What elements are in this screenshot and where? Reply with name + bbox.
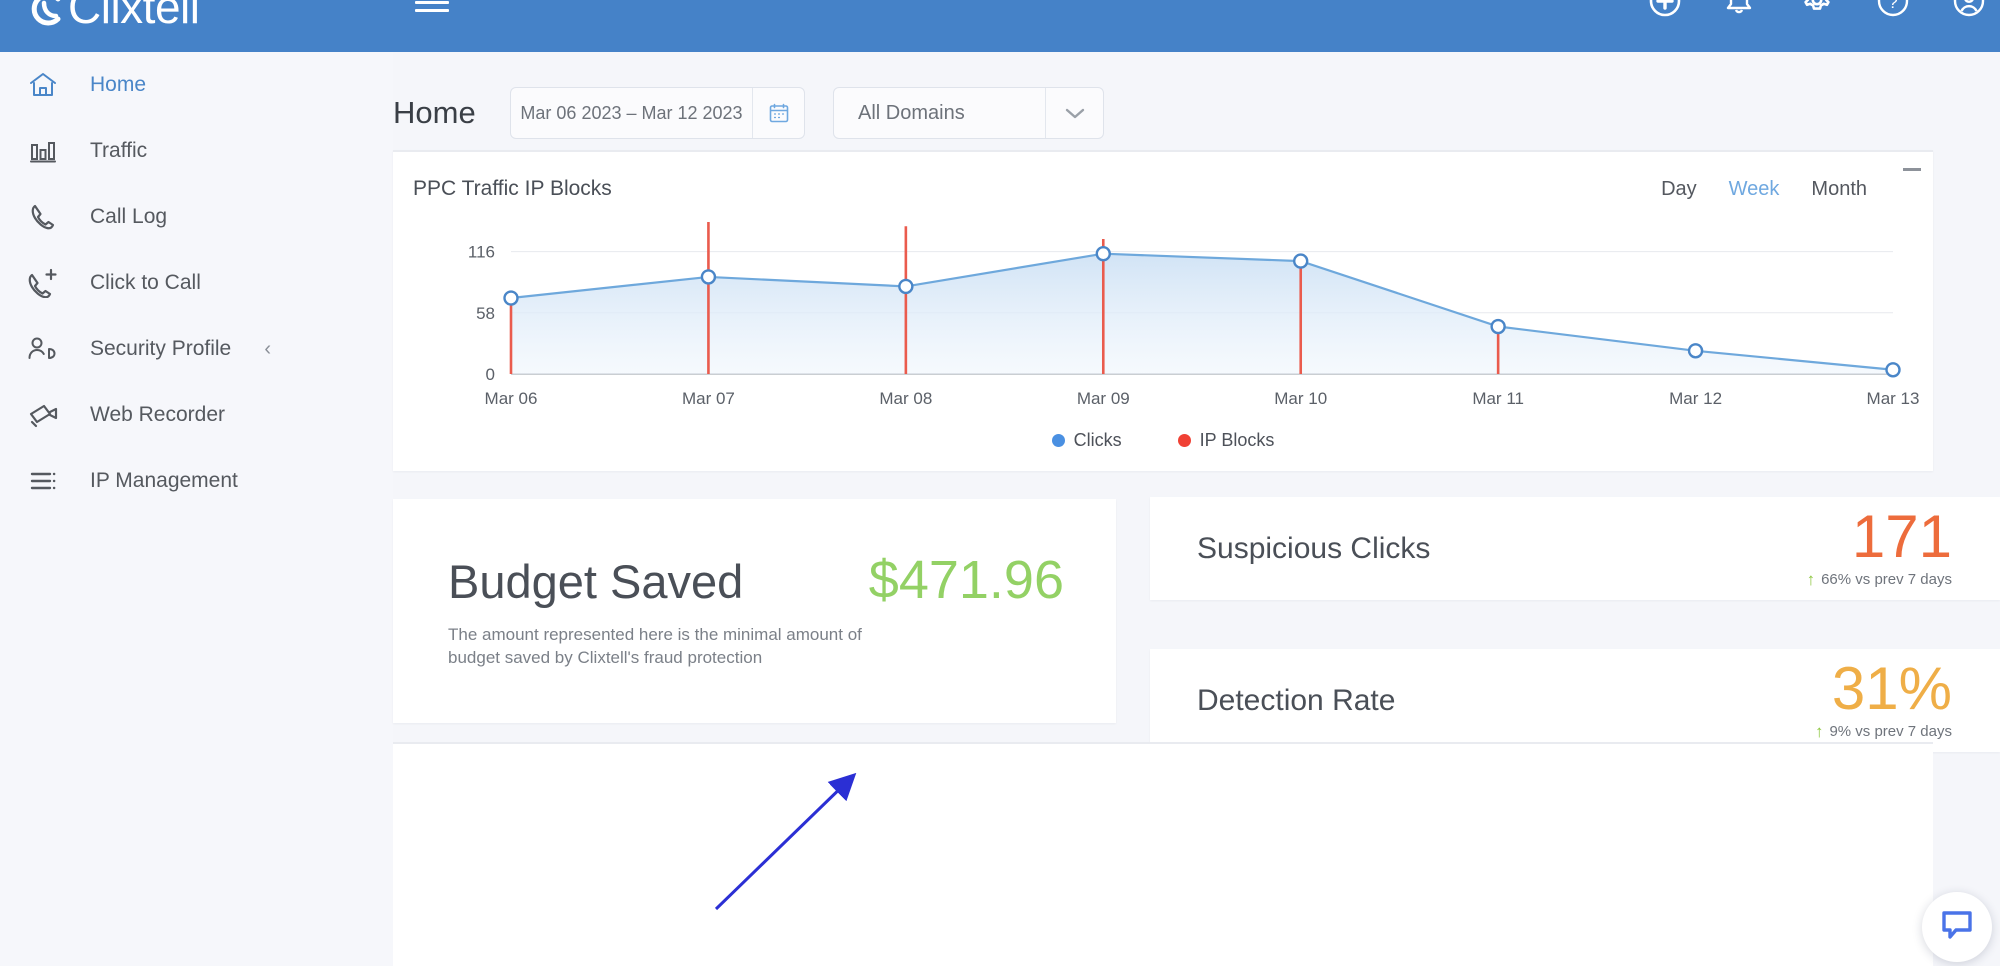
svg-text:0: 0	[486, 365, 495, 384]
chat-bubble-icon	[1940, 909, 1974, 946]
notifications-bell-icon[interactable]	[1724, 0, 1758, 18]
svg-text:58: 58	[476, 304, 495, 323]
page-header: Home Mar 06 2023 – Mar 12 2023 All Domai…	[393, 87, 1104, 139]
sidebar-item-security-profile[interactable]: Security Profile ‹	[0, 316, 393, 382]
bar-chart-icon	[22, 131, 64, 171]
stat-label: Detection Rate	[1197, 683, 1396, 717]
stat-delta: ↑ 9% vs prev 7 days	[1815, 722, 1952, 742]
sidebar-nav: Home Traffic Call Log Click to Call Secu…	[0, 52, 393, 966]
header-icon-group: ?	[1648, 0, 1986, 18]
main-content: Home Mar 06 2023 – Mar 12 2023 All Domai…	[393, 52, 2000, 966]
budget-saved-card: Budget Saved $471.96 The amount represen…	[393, 499, 1116, 723]
brand-logo[interactable]: Clixtell	[28, 0, 200, 34]
clixtell-logo-icon	[28, 0, 68, 29]
phone-icon	[22, 197, 64, 237]
video-camera-icon	[22, 395, 64, 435]
tab-month[interactable]: Month	[1811, 178, 1867, 201]
minimize-icon[interactable]	[1903, 168, 1921, 171]
legend-item-clicks[interactable]: Clicks	[1051, 430, 1122, 451]
stat-value: 31%	[1831, 654, 1952, 722]
sidebar-item-home[interactable]: Home	[0, 52, 393, 118]
page-title: Home	[393, 95, 476, 130]
user-account-icon[interactable]	[1952, 0, 1986, 18]
stat-value-group: 171 ↑ 66% vs prev 7 days	[1807, 497, 1952, 600]
chart-plot-area: 0 58 116 Mar 06 Mar 07 Mar 08 Mar 09 Mar 10 Mar …	[468, 222, 1920, 408]
chat-widget-button[interactable]	[1922, 892, 1992, 962]
bottom-partial-card	[393, 742, 1933, 966]
add-circle-icon[interactable]	[1648, 0, 1682, 18]
sidebar-item-label: Web Recorder	[90, 403, 226, 426]
svg-text:Mar 09: Mar 09	[1077, 389, 1130, 408]
chevron-left-icon[interactable]: ‹	[264, 338, 271, 361]
chart-title: PPC Traffic IP Blocks	[413, 177, 612, 200]
stat-value-group: 31% ↑ 9% vs prev 7 days	[1815, 649, 1952, 752]
detection-rate-card: Detection Rate 31% ↑ 9% vs prev 7 days	[1150, 649, 2000, 752]
svg-text:Mar 07: Mar 07	[682, 389, 735, 408]
legend-dot-clicks	[1051, 434, 1065, 447]
chevron-down-icon[interactable]	[1045, 88, 1103, 138]
legend-item-ip-blocks[interactable]: IP Blocks	[1177, 430, 1275, 451]
svg-text:Mar 06: Mar 06	[485, 389, 538, 408]
chart-legend: Clicks IP Blocks	[393, 430, 1933, 451]
suspicious-clicks-card: Suspicious Clicks 171 ↑ 66% vs prev 7 da…	[1150, 497, 2000, 600]
legend-label: Clicks	[1073, 430, 1122, 450]
help-question-icon[interactable]: ?	[1876, 0, 1910, 18]
legend-label: IP Blocks	[1199, 430, 1275, 450]
svg-text:Mar 08: Mar 08	[879, 389, 932, 408]
sidebar-item-call-log[interactable]: Call Log	[0, 184, 393, 250]
list-icon	[22, 461, 64, 501]
domain-select-value: All Domains	[858, 101, 965, 124]
svg-text:Mar 11: Mar 11	[1472, 389, 1524, 408]
calendar-icon[interactable]	[752, 88, 804, 138]
settings-gear-icon[interactable]	[1800, 0, 1834, 18]
sidebar-item-label: Security Profile	[90, 337, 232, 360]
svg-text:Mar 12: Mar 12	[1669, 389, 1722, 408]
budget-row: Budget Saved $471.96	[448, 549, 1064, 611]
arrow-up-icon: ↑	[1814, 721, 1824, 741]
top-bar: Clixtell ?	[0, 0, 2000, 52]
stat-delta-text: 66% vs prev 7 days	[1821, 571, 1952, 588]
svg-text:116: 116	[468, 243, 495, 262]
svg-text:Mar 10: Mar 10	[1274, 389, 1327, 408]
domain-select[interactable]: All Domains	[833, 87, 1104, 139]
date-range-picker[interactable]: Mar 06 2023 – Mar 12 2023	[510, 87, 805, 139]
home-icon	[22, 65, 64, 105]
sidebar-item-label: Traffic	[90, 139, 148, 162]
hamburger-menu-icon[interactable]	[415, 0, 449, 19]
stat-delta-text: 9% vs prev 7 days	[1829, 723, 1952, 740]
sidebar-item-ip-management[interactable]: IP Management	[0, 448, 393, 514]
sidebar-item-web-recorder[interactable]: Web Recorder	[0, 382, 393, 448]
chart-period-tabs: Day Week Month	[1661, 178, 1867, 201]
arrow-up-icon: ↑	[1806, 569, 1816, 589]
budget-saved-value: $471.96	[868, 550, 1064, 610]
svg-text:Mar 13: Mar 13	[1867, 389, 1920, 408]
sidebar-item-label: Call Log	[90, 205, 168, 228]
sidebar-item-traffic[interactable]: Traffic	[0, 118, 393, 184]
svg-text:?: ?	[1888, 0, 1897, 12]
stat-label: Suspicious Clicks	[1197, 531, 1431, 565]
phone-plus-icon	[22, 263, 64, 303]
sidebar-item-label: Click to Call	[90, 271, 201, 294]
budget-saved-label: Budget Saved	[448, 555, 744, 608]
budget-saved-description: The amount represented here is the minim…	[448, 625, 862, 667]
ppc-traffic-chart-card: PPC Traffic IP Blocks Day Week Month 0 58…	[393, 150, 1933, 471]
legend-dot-ip-blocks	[1177, 434, 1191, 447]
sidebar-item-click-to-call[interactable]: Click to Call	[0, 250, 393, 316]
tab-day[interactable]: Day	[1661, 178, 1697, 201]
date-range-value: Mar 06 2023 – Mar 12 2023	[520, 102, 743, 123]
stat-delta: ↑ 66% vs prev 7 days	[1807, 570, 1952, 590]
sidebar-item-label: IP Management	[90, 469, 238, 492]
sidebar-item-label: Home	[90, 73, 147, 96]
brand-name: Clixtell	[68, 0, 200, 33]
user-shield-icon	[22, 329, 64, 369]
tab-week[interactable]: Week	[1729, 178, 1780, 201]
stat-value: 171	[1851, 502, 1952, 570]
